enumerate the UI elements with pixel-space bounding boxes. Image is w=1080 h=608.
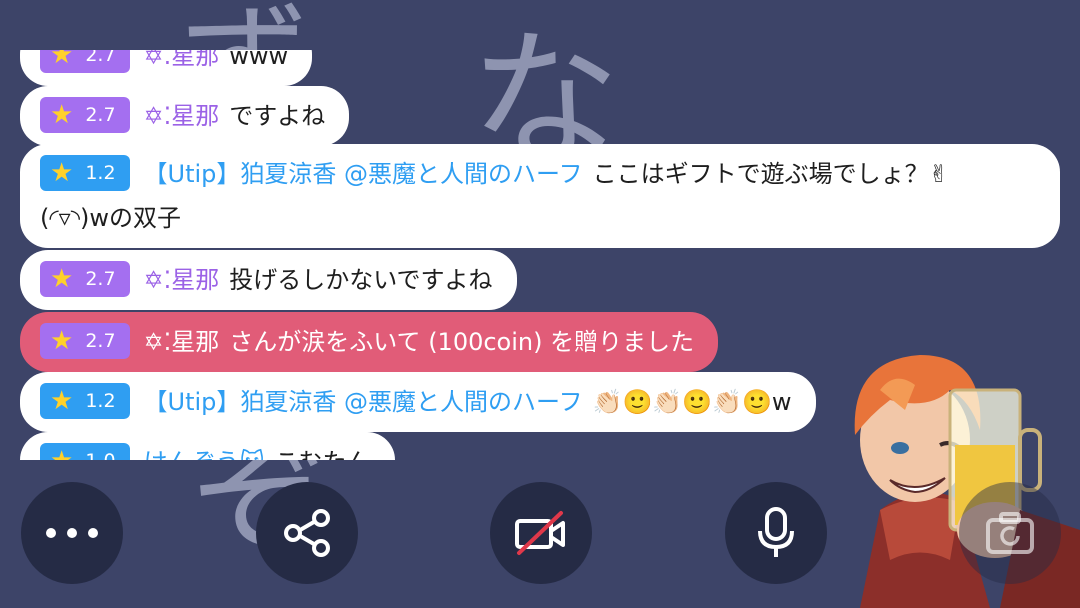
level-value: 1.2 <box>85 390 116 412</box>
gift-message-text: さんが涙をふいて (100coin) を贈りました <box>229 328 695 356</box>
chat-username[interactable]: ✡⁚星那 <box>144 328 220 356</box>
chat-message-text: ですよね <box>229 102 326 130</box>
user-level-badge: ★ 1.2 <box>40 383 130 419</box>
camera-toggle-button[interactable] <box>490 482 592 584</box>
star-icon: ★ <box>50 385 74 416</box>
microphone-icon <box>758 507 794 557</box>
chat-message: ★ 2.7 ✡⁚星那 投げるしかないですよね <box>20 250 517 310</box>
level-value: 1.0 <box>85 450 115 460</box>
microphone-button[interactable] <box>725 482 827 584</box>
level-value: 2.7 <box>85 104 116 126</box>
chat-message: ★ 1.2 【Utip】狛夏涼香 @悪魔と人間のハーフ ここはギフトで遊ぶ場でしょ？✌… <box>20 144 1060 248</box>
user-level-badge: ★ 2.7 <box>40 323 130 359</box>
star-icon: ★ <box>50 99 74 130</box>
camera-off-icon <box>515 511 565 555</box>
more-button[interactable] <box>21 482 123 584</box>
chat-username[interactable]: ✡⁚星那 <box>144 50 220 70</box>
user-level-badge: ★ 1.0 <box>40 443 130 460</box>
chat-username[interactable]: 【Utip】狛夏涼香 @悪魔と人間のハーフ <box>144 160 583 188</box>
star-icon: ★ <box>50 50 74 70</box>
user-level-badge: ★ 2.7 <box>40 261 130 297</box>
chat-username[interactable]: けんぞう🐱 <box>144 448 265 460</box>
chat-message: ★ 2.7 ✡⁚星那 www <box>20 50 313 86</box>
share-icon <box>284 509 330 557</box>
share-button[interactable] <box>256 482 358 584</box>
chat-message-text: www <box>229 50 289 70</box>
chat-message-text: こむたん <box>275 448 371 460</box>
gift-notification: ★ 2.7 ✡⁚星那 さんが涙をふいて (100coin) を贈りました <box>20 312 719 372</box>
chat-message-text: 投げるしかないですよね <box>229 266 493 294</box>
user-level-badge: ★ 1.2 <box>40 155 130 191</box>
level-value: 2.7 <box>85 330 116 352</box>
chat-message-text: 👏🏻🙂👏🏻🙂👏🏻🙂w <box>592 388 792 416</box>
star-icon: ★ <box>50 157 74 188</box>
level-value: 2.7 <box>85 50 116 66</box>
user-level-badge: ★ 2.7 <box>40 50 130 73</box>
chat-message: ★ 1.2 【Utip】狛夏涼香 @悪魔と人間のハーフ 👏🏻🙂👏🏻🙂👏🏻🙂w <box>20 372 816 432</box>
camera-flip-icon <box>986 512 1034 554</box>
chat-username[interactable]: ✡⁚星那 <box>144 102 220 130</box>
chat-username[interactable]: ✡⁚星那 <box>144 266 220 294</box>
chat-message-list[interactable]: ★ 2.7 ✡⁚星那 www ★ 2.7 ✡⁚星那 ですよね ★ 1.2 【Utip】狛夏涼香 … <box>0 50 1080 460</box>
chat-message: ★ 2.7 ✡⁚星那 ですよね <box>20 86 350 146</box>
star-icon: ★ <box>50 325 74 356</box>
user-level-badge: ★ 2.7 <box>40 97 130 133</box>
level-value: 2.7 <box>85 268 116 290</box>
star-icon: ★ <box>50 446 73 461</box>
chat-message: ★ 1.0 けんぞう🐱 こむたん <box>20 432 395 460</box>
level-value: 1.2 <box>85 162 116 184</box>
camera-flip-button[interactable] <box>959 482 1061 584</box>
star-icon: ★ <box>50 263 74 294</box>
more-dots-icon <box>46 528 98 538</box>
chat-username[interactable]: 【Utip】狛夏涼香 @悪魔と人間のハーフ <box>144 388 583 416</box>
